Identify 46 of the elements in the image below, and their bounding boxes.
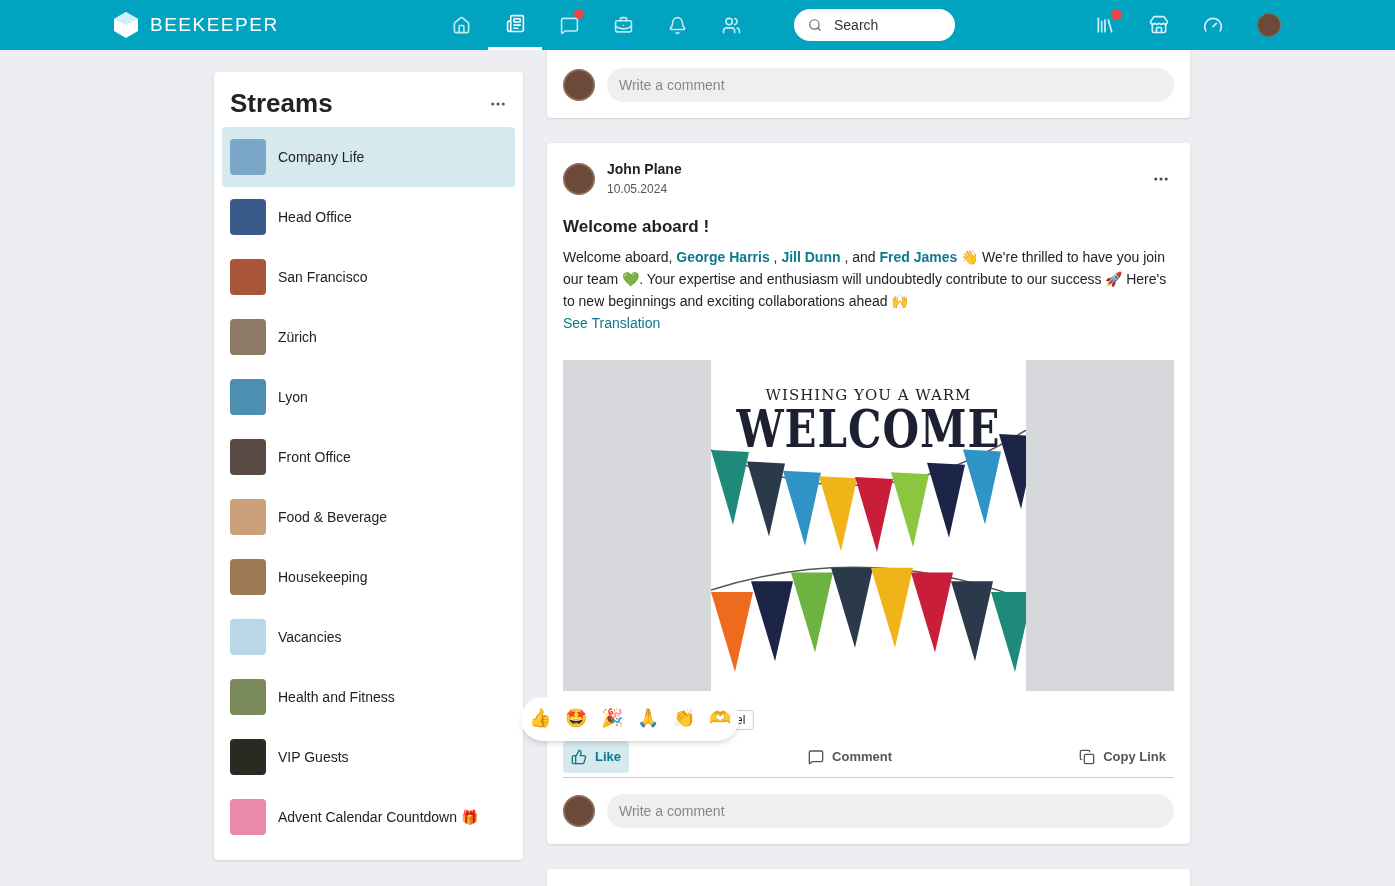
copy-link-button[interactable]: Copy Link — [1071, 740, 1174, 773]
newspaper-icon — [505, 14, 525, 33]
avatar — [563, 69, 595, 101]
comment-button[interactable]: Comment — [800, 740, 901, 773]
bell-icon — [667, 15, 687, 35]
stream-item[interactable]: Housekeeping — [222, 547, 515, 607]
copy-icon — [1079, 748, 1096, 765]
like-button[interactable]: Like — [563, 740, 629, 773]
post-title: Welcome aboard ! — [563, 216, 711, 238]
stream-item[interactable]: San Francisco — [222, 247, 515, 307]
stream-item[interactable]: Zürich — [222, 307, 515, 367]
toolbox-icon — [613, 15, 633, 35]
comment-field[interactable]: Write a comment — [607, 793, 1174, 828]
stream-item[interactable]: Lyon — [222, 367, 515, 427]
search-field[interactable]: Search — [794, 9, 955, 41]
gauge-icon — [1203, 15, 1223, 35]
books-icon — [1095, 15, 1115, 35]
avatar — [563, 794, 595, 827]
home-icon — [451, 15, 471, 35]
stream-item[interactable]: Company Life — [222, 127, 515, 187]
stream-item[interactable]: Front Office — [222, 427, 515, 487]
mention-link[interactable]: Jill Dunn — [781, 248, 841, 265]
thumbs-up-icon — [571, 748, 587, 765]
stream-item[interactable]: Vacancies — [222, 607, 515, 667]
brand-name: BEEKEEPER — [150, 12, 279, 37]
mention-link[interactable]: Fred James — [879, 248, 958, 265]
profile-avatar[interactable] — [1257, 13, 1281, 37]
people-icon — [721, 15, 741, 35]
chat-icon — [559, 15, 579, 35]
stream-item[interactable]: Health and Fitness — [222, 667, 515, 727]
mention-link[interactable]: George Harris — [676, 248, 770, 265]
post-text: Welcome aboard, George Harris , Jill Dunn , and Fred James 👋 We're thrilled to have you join our team 💚. Your expertise and enthusiasm will undoubtedly contribute to our success 🚀 Here's to new beginnings and exciting collaborations ahead 🙌 — [563, 247, 1168, 311]
cube-logo-icon — [114, 12, 138, 38]
store-icon — [1149, 15, 1169, 35]
stream-item[interactable]: VIP Guests — [222, 727, 515, 787]
panel-title: Streams — [230, 87, 333, 120]
post-date: 10.05.2024 — [607, 181, 669, 198]
stream-item[interactable]: Head Office — [222, 187, 515, 247]
author-name: John Plane — [607, 160, 682, 179]
speech-bubble-icon — [808, 748, 825, 765]
stream-item[interactable]: Advent Calendar Countdown 🎁 — [222, 787, 515, 847]
comment-field[interactable]: Write a comment — [607, 68, 1174, 102]
avatar — [563, 162, 595, 195]
search-icon — [808, 18, 822, 32]
see-translation-link[interactable]: See Translation — [563, 312, 1174, 334]
stream-item[interactable]: Food & Beverage — [222, 487, 515, 547]
